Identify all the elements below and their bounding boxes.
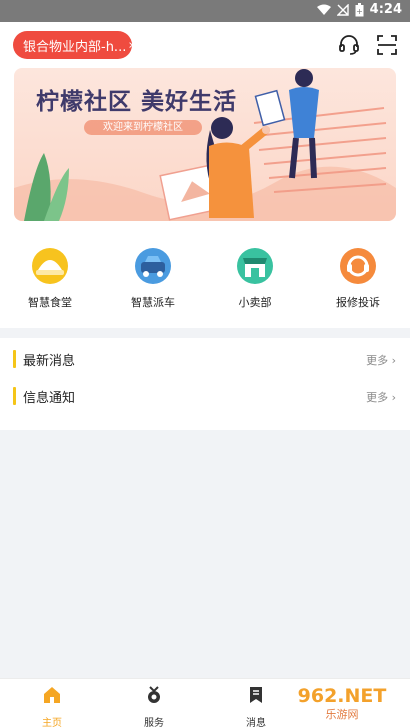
repair-icon xyxy=(340,248,376,284)
svg-text:962.NET: 962.NET xyxy=(298,685,387,707)
status-bar: + 4:24 xyxy=(0,0,410,22)
more-link[interactable]: 更多 › xyxy=(366,389,396,405)
quick-action-label: 小卖部 xyxy=(238,296,272,309)
tab-label: 服务 xyxy=(144,718,164,728)
service-icon xyxy=(148,686,160,703)
top-header: 银合物业内部-h... › xyxy=(0,22,410,68)
banner-title: 柠檬社区 美好生活 xyxy=(36,89,238,115)
quick-action-label: 报修投诉 xyxy=(336,296,380,309)
banner-subtitle: 欢迎来到柠檬社区 xyxy=(84,120,202,135)
home-icon xyxy=(44,687,60,703)
shop-icon xyxy=(237,248,273,284)
chevron-right-icon: › xyxy=(128,38,132,53)
quick-action-shop[interactable]: 小卖部 xyxy=(215,248,295,310)
quick-action-repair[interactable]: 报修投诉 xyxy=(318,248,398,310)
tab-message[interactable]: 消息 xyxy=(231,685,281,728)
quick-actions: 智慧食堂 智慧派车 小卖部 报修投诉 xyxy=(0,230,410,328)
promo-banner[interactable]: 柠檬社区 美好生活 欢迎来到柠檬社区 xyxy=(14,68,396,221)
message-icon xyxy=(250,687,262,703)
chevron-right-icon: › xyxy=(391,354,396,367)
watermark-logo: 962.NET 乐游网 xyxy=(280,682,404,722)
quick-action-canteen[interactable]: 智慧食堂 xyxy=(10,248,90,310)
status-icons: + 4:24 xyxy=(316,2,402,17)
quick-action-label: 智慧食堂 xyxy=(28,296,72,309)
chevron-right-icon: › xyxy=(391,391,396,404)
quick-action-label: 智慧派车 xyxy=(131,296,175,309)
svg-text:乐游网: 乐游网 xyxy=(326,708,359,721)
car-icon xyxy=(135,248,171,284)
section-accent-bar xyxy=(13,387,16,405)
canteen-icon xyxy=(32,248,68,284)
community-selector[interactable]: 银合物业内部-h... › xyxy=(13,31,132,59)
tab-service[interactable]: 服务 xyxy=(129,685,179,728)
svg-text:+: + xyxy=(356,7,363,16)
community-label: 银合物业内部-h... xyxy=(23,39,127,55)
no-signal-icon xyxy=(336,3,349,16)
section-title: 信息通知 xyxy=(23,391,76,406)
more-link[interactable]: 更多 › xyxy=(366,352,396,368)
tab-home[interactable]: 主页 xyxy=(27,685,77,728)
news-row-notice[interactable]: 信息通知 更多 › xyxy=(0,385,410,407)
headset-icon[interactable] xyxy=(338,34,360,56)
wifi-icon xyxy=(316,4,331,15)
news-row-latest[interactable]: 最新消息 更多 › xyxy=(0,348,410,370)
status-time: 4:24 xyxy=(369,2,402,17)
section-title: 最新消息 xyxy=(23,354,76,369)
tab-label: 消息 xyxy=(246,718,266,728)
banner-section: 柠檬社区 美好生活 欢迎来到柠檬社区 xyxy=(0,68,410,230)
section-accent-bar xyxy=(13,350,16,368)
quick-action-car[interactable]: 智慧派车 xyxy=(113,248,193,310)
scan-icon[interactable] xyxy=(376,34,398,56)
battery-icon: + xyxy=(355,2,364,16)
tab-label: 主页 xyxy=(42,718,62,728)
news-sections: 最新消息 更多 › 信息通知 更多 › xyxy=(0,338,410,430)
